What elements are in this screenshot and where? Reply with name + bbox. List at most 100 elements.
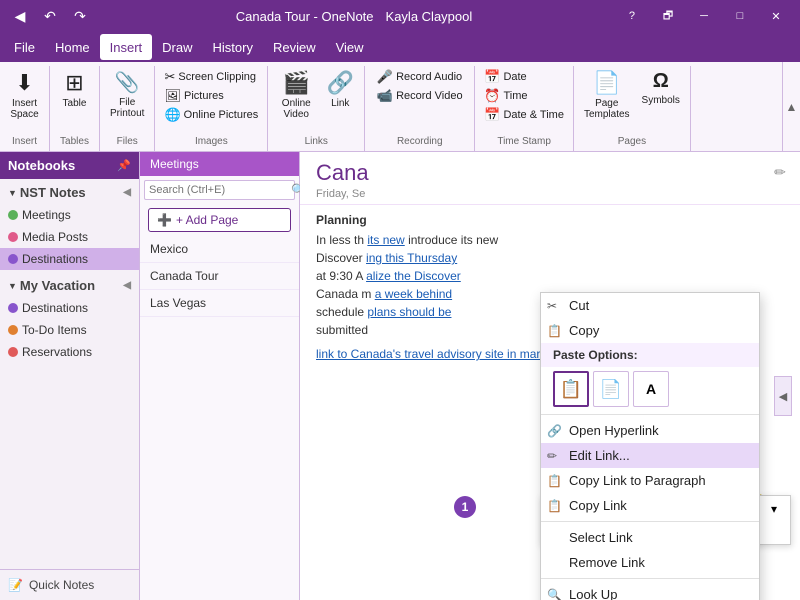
record-audio-button[interactable]: 🎤 Record Audio bbox=[374, 68, 466, 86]
pages-group-label: Pages bbox=[618, 134, 646, 149]
planning-label: Planning bbox=[316, 213, 784, 227]
time-button[interactable]: ⏰ Time bbox=[481, 87, 567, 105]
ctx-look-up[interactable]: 🔍 Look Up bbox=[541, 582, 759, 600]
online-video-icon: 🎬 bbox=[283, 70, 310, 96]
menu-review[interactable]: Review bbox=[263, 34, 326, 60]
more-button[interactable]: ▾ bbox=[764, 499, 784, 519]
edit-button[interactable]: ✏ bbox=[768, 160, 792, 184]
link-discover[interactable]: alize the Discover bbox=[366, 269, 461, 283]
link-label: Link bbox=[331, 98, 349, 109]
sidebar-item-destinations[interactable]: Destinations bbox=[0, 248, 139, 270]
search-box: 🔍 bbox=[144, 180, 295, 200]
screen-clipping-button[interactable]: ✂ Screen Clipping bbox=[161, 68, 261, 86]
ribbon-group-insert: ⬇ InsertSpace Insert bbox=[0, 66, 50, 151]
page-title: Cana bbox=[316, 160, 784, 186]
online-pictures-button[interactable]: 🌐 Online Pictures bbox=[161, 106, 261, 124]
menu-draw[interactable]: Draw bbox=[152, 34, 202, 60]
ctx-copy-link[interactable]: 📋 Copy Link bbox=[541, 493, 759, 518]
minimize-button[interactable]: ─ bbox=[688, 5, 720, 27]
restore-button[interactable]: 🗗 bbox=[652, 5, 684, 27]
notebook-sidebar-collapse[interactable]: ◀ bbox=[123, 187, 131, 198]
copy-icon: 📋 bbox=[547, 324, 562, 338]
ctx-copy[interactable]: 📋 Copy bbox=[541, 318, 759, 343]
ctx-remove-link[interactable]: Remove Link bbox=[541, 550, 759, 575]
sidebar-item-reservations[interactable]: Reservations bbox=[0, 341, 139, 363]
date-button[interactable]: 📅 Date bbox=[481, 68, 567, 86]
ctx-edit-link[interactable]: ✏ Edit Link... bbox=[541, 443, 759, 468]
images-buttons-col: ✂ Screen Clipping 🖼 Pictures 🌐 Online Pi… bbox=[161, 68, 261, 124]
table-button[interactable]: ⊞ Table bbox=[57, 68, 93, 128]
page-item-mexico[interactable]: Mexico bbox=[140, 236, 299, 263]
ribbon-group-files: 📎 FilePrintout Files bbox=[100, 66, 155, 151]
expand-button[interactable]: ◀ bbox=[774, 376, 792, 416]
link-plans[interactable]: plans should be bbox=[367, 305, 451, 319]
recording-buttons-col: 🎤 Record Audio 📹 Record Video bbox=[374, 68, 466, 105]
ribbon-group-content-media: 🎬 OnlineVideo 🔗 Link bbox=[274, 68, 358, 134]
page-item-canada[interactable]: Canada Tour bbox=[140, 263, 299, 290]
menu-file[interactable]: File bbox=[4, 34, 45, 60]
mexico-label: Mexico bbox=[150, 242, 188, 256]
menu-home[interactable]: Home bbox=[45, 34, 100, 60]
online-pictures-icon: 🌐 bbox=[164, 107, 180, 123]
notebook2-sidebar-collapse[interactable]: ◀ bbox=[123, 280, 131, 291]
symbols-button[interactable]: Ω Symbols bbox=[638, 68, 684, 128]
meetings-tab[interactable]: Meetings bbox=[140, 152, 299, 176]
copy-link-label: Copy Link bbox=[569, 498, 627, 513]
online-video-button[interactable]: 🎬 OnlineVideo bbox=[274, 68, 318, 128]
redo-button[interactable]: ↷ bbox=[68, 4, 92, 28]
ribbon-group-content-images: ✂ Screen Clipping 🖼 Pictures 🌐 Online Pi… bbox=[161, 68, 261, 134]
app-title: Canada Tour - OneNote bbox=[236, 9, 374, 24]
record-video-button[interactable]: 📹 Record Video bbox=[374, 87, 466, 105]
back-button[interactable]: ◀ bbox=[8, 4, 32, 28]
ctx-select-link[interactable]: Select Link bbox=[541, 525, 759, 550]
ribbon-group-content-pages: 📄 PageTemplates Ω Symbols bbox=[580, 68, 684, 134]
sidebar-item-meetings[interactable]: Meetings bbox=[0, 204, 139, 226]
user-name: Kayla Claypool bbox=[386, 9, 473, 24]
link-icon: 🔗 bbox=[327, 70, 354, 96]
search-input[interactable] bbox=[149, 184, 291, 196]
paste-icon-a[interactable]: A bbox=[633, 371, 669, 407]
table-label: Table bbox=[63, 98, 87, 109]
page-templates-label: PageTemplates bbox=[584, 98, 630, 120]
link-button[interactable]: 🔗 Link bbox=[322, 68, 358, 128]
file-printout-button[interactable]: 📎 FilePrintout bbox=[106, 68, 148, 128]
ribbon-group-recording: 🎤 Record Audio 📹 Record Video Recording bbox=[365, 66, 475, 151]
date-time-button[interactable]: 📅 Date & Time bbox=[481, 106, 567, 124]
content-header: Cana Friday, Se ✏ bbox=[300, 152, 800, 205]
paste-icon-text[interactable]: 📄 bbox=[593, 371, 629, 407]
step-1-badge: 1 bbox=[454, 496, 476, 518]
paste-icon-clipboard[interactable]: 📋 bbox=[553, 371, 589, 407]
page-templates-button[interactable]: 📄 PageTemplates bbox=[580, 68, 634, 128]
maximize-button[interactable]: □ bbox=[724, 5, 756, 27]
quick-notes-link[interactable]: 📝 Quick Notes bbox=[0, 569, 139, 600]
ctx-copy-link-paragraph[interactable]: 📋 Copy Link to Paragraph bbox=[541, 468, 759, 493]
remove-link-label: Remove Link bbox=[569, 555, 645, 570]
undo-button[interactable]: ↶ bbox=[38, 4, 62, 28]
add-page-icon: ➕ bbox=[157, 213, 172, 227]
online-video-label: OnlineVideo bbox=[282, 98, 311, 120]
ribbon-collapse-button[interactable]: ▲ bbox=[782, 62, 800, 151]
titlebar-center: Canada Tour - OneNote Kayla Claypool bbox=[236, 9, 473, 24]
screen-clipping-label: Screen Clipping bbox=[178, 71, 256, 83]
images-group-label: Images bbox=[195, 134, 228, 149]
help-button[interactable]: ? bbox=[616, 5, 648, 27]
destinations-label: Destinations bbox=[22, 252, 88, 266]
link-new[interactable]: its new bbox=[367, 233, 404, 247]
link-week[interactable]: a week behind bbox=[375, 287, 452, 301]
close-button[interactable]: ✕ bbox=[760, 5, 792, 27]
pin-icon[interactable]: 📌 bbox=[117, 159, 131, 172]
sidebar-item-media-posts[interactable]: Media Posts bbox=[0, 226, 139, 248]
sidebar-item-todo[interactable]: To-Do Items bbox=[0, 319, 139, 341]
pictures-button[interactable]: 🖼 Pictures bbox=[161, 87, 261, 105]
sidebar-header: Notebooks 📌 bbox=[0, 152, 139, 179]
ctx-open-hyperlink[interactable]: 🔗 Open Hyperlink bbox=[541, 418, 759, 443]
menu-view[interactable]: View bbox=[326, 34, 374, 60]
ctx-cut[interactable]: ✂ Cut bbox=[541, 293, 759, 318]
sidebar-item-destinations2[interactable]: Destinations bbox=[0, 297, 139, 319]
insert-space-button[interactable]: ⬇ InsertSpace bbox=[6, 68, 42, 128]
add-page-button[interactable]: ➕ + Add Page bbox=[148, 208, 291, 232]
page-item-las-vegas[interactable]: Las Vegas bbox=[140, 290, 299, 317]
menu-history[interactable]: History bbox=[203, 34, 263, 60]
link-thursday[interactable]: ing this Thursday bbox=[366, 251, 457, 265]
menu-insert[interactable]: Insert bbox=[100, 34, 153, 60]
